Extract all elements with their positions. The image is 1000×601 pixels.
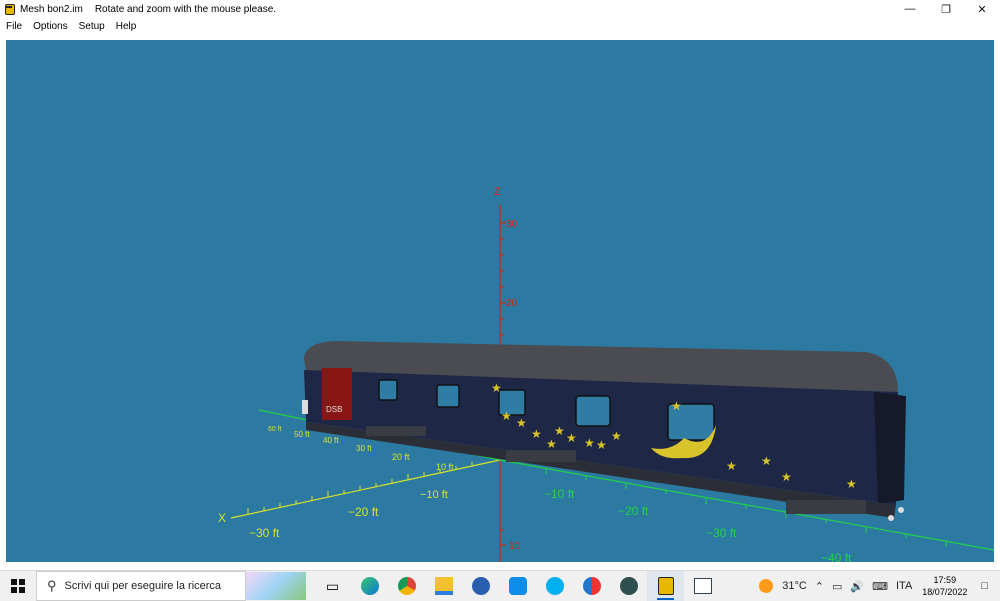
file-explorer-icon[interactable]: [425, 571, 462, 601]
start-button[interactable]: [0, 571, 36, 601]
taskbar-apps: ▭: [314, 571, 721, 601]
z-tick-label: 20: [506, 298, 518, 309]
github-icon[interactable]: [462, 571, 499, 601]
svg-text:★: ★: [781, 470, 792, 484]
mesh-viewer-icon[interactable]: [647, 571, 684, 601]
network-icon[interactable]: ▭: [832, 580, 842, 593]
search-placeholder: Scrivi qui per eseguire la ricerca: [64, 580, 222, 592]
minimize-icon[interactable]: —: [892, 0, 928, 18]
chrome-icon[interactable]: [388, 571, 425, 601]
notification-icon[interactable]: □: [981, 580, 988, 592]
svg-text:★: ★: [546, 437, 557, 451]
svg-text:★: ★: [596, 438, 607, 452]
clock[interactable]: 17:59 18/07/2022: [922, 574, 967, 598]
z-tick-label: 10: [509, 541, 521, 552]
window-title: Mesh bon2.im: [20, 3, 83, 15]
menu-file[interactable]: File: [6, 21, 22, 32]
railway-car-model: DSB ★★ ★ ★ ★ ★ ★ ★★ ★★ ★ ★ ★★: [302, 341, 906, 521]
editor-icon[interactable]: [684, 571, 721, 601]
svg-text:★: ★: [584, 436, 595, 450]
taskbar: ⚲ Scrivi qui per eseguire la ricerca ▭ 3…: [0, 570, 1000, 601]
dsb-logo: DSB: [326, 405, 342, 414]
menu-bar: File Options Setup Help: [0, 18, 1000, 34]
scene-svg: Z 30 20 10 X −30 ft −20 ft −10 ft 10 ft …: [218, 186, 994, 562]
app-icon[interactable]: [573, 571, 610, 601]
weather-temp[interactable]: 31°C: [782, 580, 807, 592]
x-axis-label: X: [218, 511, 226, 525]
x-tick-label: −30 ft: [249, 526, 280, 540]
title-bar: Mesh bon2.im Rotate and zoom with the mo…: [0, 0, 1000, 18]
search-highlight-image[interactable]: [246, 572, 306, 600]
svg-text:★: ★: [516, 416, 527, 430]
car-end: [874, 392, 906, 504]
keyboard-icon[interactable]: ⌨: [872, 580, 888, 593]
z-axis-label: Z: [494, 186, 501, 198]
teamviewer-icon[interactable]: [499, 571, 536, 601]
x-tick-label: 60 ft: [268, 426, 282, 433]
svg-text:★: ★: [846, 477, 857, 491]
svg-text:★: ★: [491, 381, 502, 395]
y-tick-label: −10 ft: [544, 487, 575, 501]
restore-icon[interactable]: ❐: [928, 0, 964, 18]
x-tick-label: 40 ft: [323, 436, 339, 445]
svg-text:★: ★: [566, 431, 577, 445]
3d-viewport[interactable]: Z 30 20 10 X −30 ft −20 ft −10 ft 10 ft …: [6, 40, 994, 562]
clock-time: 17:59: [933, 575, 957, 585]
volume-icon[interactable]: 🔊: [850, 580, 864, 593]
system-tray: 31°C ⌃ ▭ 🔊 ⌨ ITA 17:59 18/07/2022 □: [759, 571, 1000, 601]
z-tick-label: 30: [506, 219, 518, 230]
menu-help[interactable]: Help: [116, 21, 137, 32]
window-controls: — ❐ ✕: [892, 0, 1000, 18]
taskbar-search[interactable]: ⚲ Scrivi qui per eseguire la ricerca: [36, 571, 246, 601]
clock-date: 18/07/2022: [922, 587, 968, 597]
weather-icon: [759, 579, 774, 593]
close-icon[interactable]: ✕: [964, 0, 1000, 18]
svg-text:★: ★: [501, 409, 512, 423]
chevron-up-icon[interactable]: ⌃: [815, 580, 824, 593]
train-app-icon: [4, 3, 15, 15]
edge-icon[interactable]: [351, 571, 388, 601]
x-tick-label: −10 ft: [420, 489, 448, 501]
svg-text:★: ★: [761, 454, 772, 468]
x-tick-label: 50 ft: [294, 430, 310, 439]
svg-text:★: ★: [554, 424, 565, 438]
y-tick-label: −20 ft: [618, 504, 649, 518]
task-view-icon[interactable]: ▭: [314, 571, 351, 601]
svg-text:★: ★: [726, 459, 737, 473]
window-hint: Rotate and zoom with the mouse please.: [94, 3, 277, 15]
menu-setup[interactable]: Setup: [79, 21, 105, 32]
windows-logo-icon: [11, 579, 25, 593]
terminal-icon[interactable]: [610, 571, 647, 601]
x-tick-label: 10 ft: [436, 462, 454, 472]
x-tick-label: 20 ft: [392, 452, 410, 462]
skype-icon[interactable]: [536, 571, 573, 601]
menu-options[interactable]: Options: [33, 21, 67, 32]
y-tick-label: −30 ft: [706, 526, 737, 540]
x-tick-label: −20 ft: [348, 505, 379, 519]
svg-text:★: ★: [671, 399, 682, 413]
y-tick-label: −40 ft: [821, 551, 852, 562]
svg-text:★: ★: [531, 427, 542, 441]
language-indicator[interactable]: ITA: [896, 580, 912, 592]
search-icon: ⚲: [47, 578, 57, 593]
x-tick-label: 30 ft: [356, 444, 372, 453]
svg-text:★: ★: [611, 429, 622, 443]
